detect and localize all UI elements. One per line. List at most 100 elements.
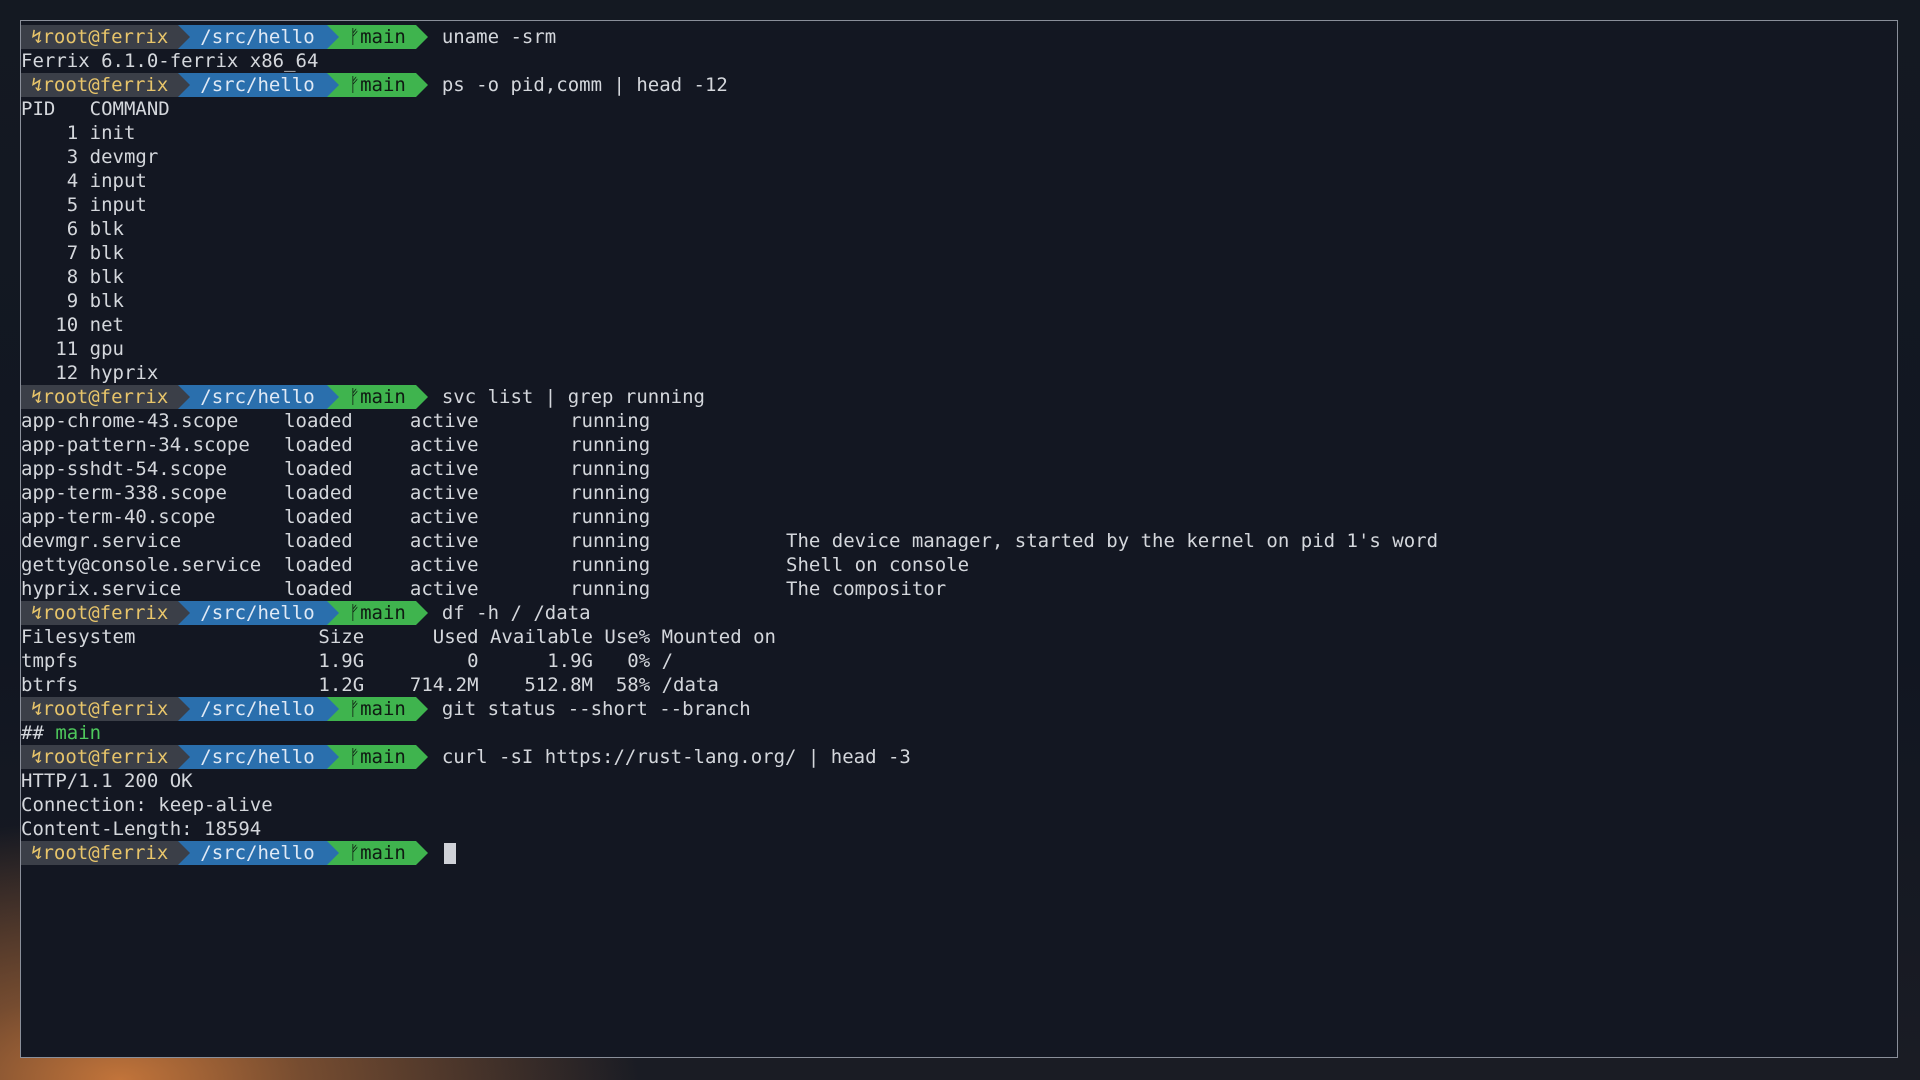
prompt-branch: main	[360, 698, 406, 720]
command-text: ps -o pid,comm | head -12	[441, 74, 728, 96]
prompt-user-segment: ↯ root@ferrix	[21, 745, 191, 769]
output-line: 10 net	[21, 313, 1897, 337]
output-text: PID COMMAND	[21, 98, 170, 120]
powerline-arrow-icon	[178, 73, 191, 97]
git-branch-icon: ᚠ	[348, 26, 361, 48]
powerline-arrow-icon	[415, 601, 428, 625]
prompt-user: root@ferrix	[42, 74, 169, 96]
output-text: Filesystem Size Used Available Use% Moun…	[21, 626, 776, 648]
output-line: 5 input	[21, 193, 1897, 217]
output-text: 10 net	[21, 314, 124, 336]
output-text: Content-Length: 18594	[21, 818, 262, 840]
powerline-arrow-icon	[326, 697, 339, 721]
prompt-dir: /src/hello	[200, 698, 315, 720]
command-text: df -h / /data	[441, 602, 591, 624]
terminal-window[interactable]: ↯ root@ferrix /src/hello ᚠ main uname -s…	[20, 20, 1898, 1058]
output-line: Filesystem Size Used Available Use% Moun…	[21, 625, 1897, 649]
service-description: Shell on console	[786, 554, 970, 576]
service-description: The device manager, started by the kerne…	[786, 530, 1439, 552]
output-line: 4 input	[21, 169, 1897, 193]
output-line: HTTP/1.1 200 OK	[21, 769, 1897, 793]
output-line: PID COMMAND	[21, 97, 1897, 121]
prompt-user-segment: ↯ root@ferrix	[21, 25, 191, 49]
output-line: app-term-338.scope loaded active running	[21, 481, 1897, 505]
prompt-dir: /src/hello	[200, 746, 315, 768]
output-text: app-sshdt-54.scope loaded active running	[21, 458, 651, 480]
command-text: git status --short --branch	[441, 698, 751, 720]
powerline-arrow-icon	[415, 697, 428, 721]
prompt-user-segment: ↯ root@ferrix	[21, 601, 191, 625]
prompt-branch: main	[360, 26, 406, 48]
output-line: app-term-40.scope loaded active running	[21, 505, 1897, 529]
prompt-dir: /src/hello	[200, 842, 315, 864]
shell-prompt: ↯ root@ferrix /src/hello ᚠ main df -h / …	[21, 601, 1897, 625]
output-line: 8 blk	[21, 265, 1897, 289]
lightning-icon: ↯	[31, 386, 43, 408]
git-status-line: ## main	[21, 721, 1897, 745]
git-status-prefix: ##	[21, 722, 56, 744]
output-line: app-chrome-43.scope loaded active runnin…	[21, 409, 1897, 433]
lightning-icon: ↯	[31, 26, 43, 48]
prompt-user-segment: ↯ root@ferrix	[21, 841, 191, 865]
output-text: 12 hyprix	[21, 362, 159, 384]
output-text: 6 blk	[21, 218, 124, 240]
output-line: 6 blk	[21, 217, 1897, 241]
prompt-user: root@ferrix	[42, 26, 169, 48]
output-text: app-chrome-43.scope loaded active runnin…	[21, 410, 651, 432]
prompt-branch: main	[360, 386, 406, 408]
command-text: curl -sI https://rust-lang.org/ | head -…	[441, 746, 911, 768]
output-text: 3 devmgr	[21, 146, 159, 168]
output-line: 12 hyprix	[21, 361, 1897, 385]
output-text: 9 blk	[21, 290, 124, 312]
prompt-user: root@ferrix	[42, 746, 169, 768]
git-branch-icon: ᚠ	[348, 746, 361, 768]
output-text: getty@console.service loaded active runn…	[21, 554, 651, 576]
output-text: devmgr.service loaded active running	[21, 530, 651, 552]
git-branch-icon: ᚠ	[348, 842, 361, 864]
prompt-branch: main	[360, 602, 406, 624]
command-text: uname -srm	[441, 26, 557, 48]
shell-prompt: ↯ root@ferrix /src/hello ᚠ main uname -s…	[21, 25, 1897, 49]
text-cursor[interactable]	[443, 842, 456, 864]
shell-prompt: ↯ root@ferrix /src/hello ᚠ main git stat…	[21, 697, 1897, 721]
powerline-arrow-icon	[178, 697, 191, 721]
command-text: svc list | grep running	[441, 386, 705, 408]
powerline-arrow-icon	[178, 385, 191, 409]
powerline-arrow-icon	[178, 601, 191, 625]
prompt-dir-segment: /src/hello	[178, 697, 339, 721]
git-branch-icon: ᚠ	[348, 698, 361, 720]
powerline-arrow-icon	[178, 25, 191, 49]
lightning-icon: ↯	[31, 74, 43, 96]
prompt-branch: main	[360, 746, 406, 768]
git-branch-icon: ᚠ	[348, 386, 361, 408]
output-line: 11 gpu	[21, 337, 1897, 361]
prompt-user: root@ferrix	[42, 386, 169, 408]
output-text: 5 input	[21, 194, 147, 216]
output-line: getty@console.service loaded active runn…	[21, 553, 1897, 577]
prompt-dir: /src/hello	[200, 74, 315, 96]
prompt-user: root@ferrix	[42, 698, 169, 720]
prompt-git-segment: ᚠ main	[326, 601, 428, 625]
prompt-branch: main	[360, 74, 406, 96]
output-line: Content-Length: 18594	[21, 817, 1897, 841]
lightning-icon: ↯	[31, 602, 43, 624]
output-line: btrfs 1.2G 714.2M 512.8M 58% /data	[21, 673, 1897, 697]
powerline-arrow-icon	[326, 601, 339, 625]
prompt-user-segment: ↯ root@ferrix	[21, 385, 191, 409]
powerline-arrow-icon	[415, 745, 428, 769]
prompt-dir: /src/hello	[200, 602, 315, 624]
shell-prompt: ↯ root@ferrix /src/hello ᚠ main ps -o pi…	[21, 73, 1897, 97]
shell-prompt: ↯ root@ferrix /src/hello ᚠ main	[21, 841, 1897, 865]
prompt-user-segment: ↯ root@ferrix	[21, 73, 191, 97]
output-text: hyprix.service loaded active running	[21, 578, 651, 600]
prompt-dir: /src/hello	[200, 26, 315, 48]
powerline-arrow-icon	[178, 745, 191, 769]
output-line: app-sshdt-54.scope loaded active running	[21, 457, 1897, 481]
lightning-icon: ↯	[31, 698, 43, 720]
output-text: 8 blk	[21, 266, 124, 288]
prompt-user: root@ferrix	[42, 602, 169, 624]
output-line: 3 devmgr	[21, 145, 1897, 169]
lightning-icon: ↯	[31, 842, 43, 864]
lightning-icon: ↯	[31, 746, 43, 768]
output-line: hyprix.service loaded active running The …	[21, 577, 1897, 601]
